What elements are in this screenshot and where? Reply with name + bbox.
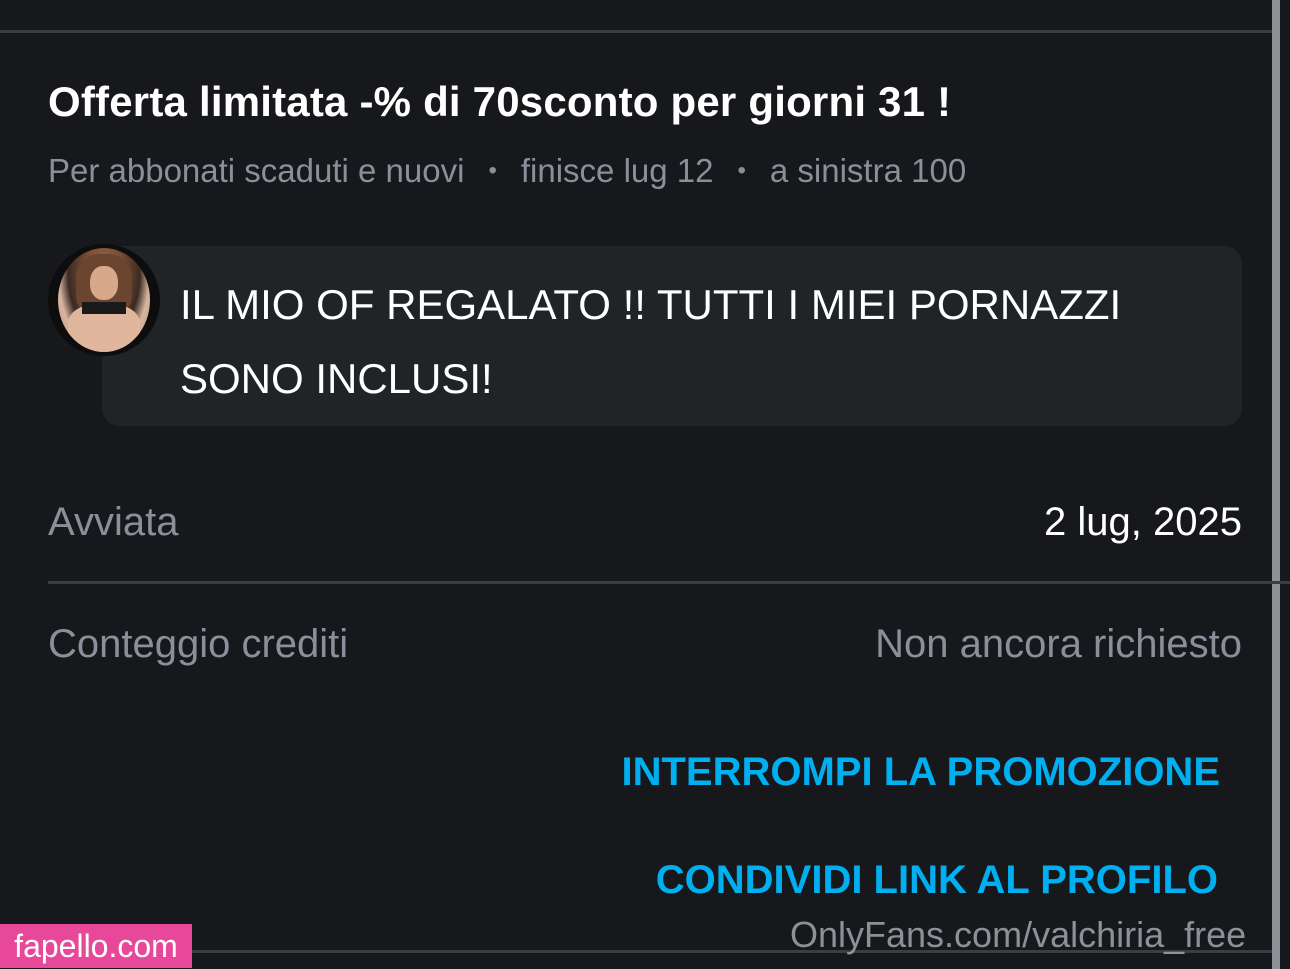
promotion-title: Offerta limitata -% di 70sconto per gior…: [48, 78, 952, 125]
promotion-remaining: a sinistra 100: [769, 152, 967, 189]
credits-value: Non ancora richiesto: [875, 622, 1242, 666]
meta-separator-dot: •: [488, 157, 497, 184]
stop-promotion-button[interactable]: INTERROMPI LA PROMOZIONE: [621, 750, 1220, 795]
row-divider: [48, 581, 1290, 584]
promotion-audience: Per abbonati scaduti e nuovi: [48, 152, 465, 189]
promotion-meta: Per abbonati scaduti e nuovi • finisce l…: [48, 152, 966, 190]
started-value: 2 lug, 2025: [1044, 500, 1242, 544]
promotion-end-date: finisce lug 12: [520, 152, 714, 189]
share-profile-link-button[interactable]: CONDIVIDI LINK AL PROFILO: [656, 858, 1218, 903]
site-watermark: fapello.com: [0, 924, 192, 968]
credits-label: Conteggio crediti: [48, 622, 349, 666]
meta-separator-dot: •: [737, 157, 746, 184]
promotion-detail-screen: Offerta limitata -% di 70sconto per gior…: [0, 0, 1290, 969]
avatar[interactable]: [48, 244, 160, 356]
started-label: Avviata: [48, 500, 179, 544]
profile-watermark: OnlyFans.com/valchiria_free: [790, 914, 1247, 955]
top-divider: [0, 30, 1272, 33]
scrollbar[interactable]: [1272, 0, 1280, 969]
promotion-message-text: IL MIO OF REGALATO !! TUTTI I MIEI PORNA…: [180, 281, 1122, 402]
profile-photo-icon: [58, 248, 150, 352]
